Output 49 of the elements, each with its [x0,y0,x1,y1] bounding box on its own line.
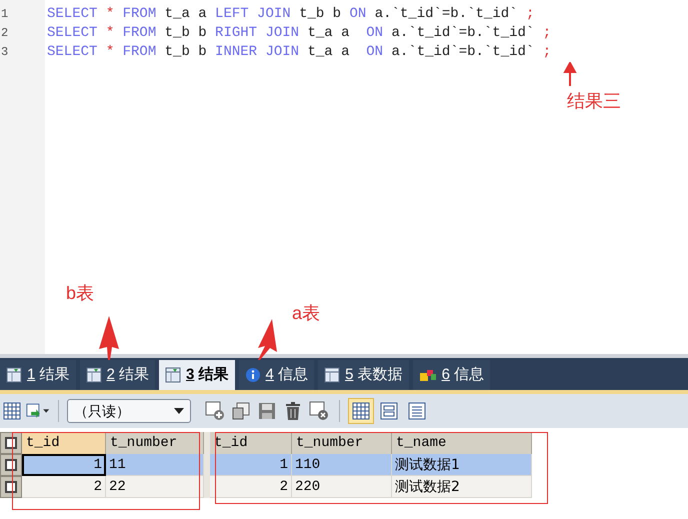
table-icon [324,367,340,383]
table-cell: 2 [22,476,106,498]
table-icon [165,367,182,383]
column-spacer [204,432,210,498]
info-icon [244,367,261,383]
table-cell: 2 [210,476,292,498]
row-header[interactable] [0,476,22,498]
annotation-label: b表 [66,282,94,305]
result-tab[interactable]: 6 信息 [412,360,490,390]
result-tab[interactable]: 3 结果 [159,360,235,390]
grid-view-button[interactable] [348,398,374,424]
square-icon [5,459,17,471]
blocks-icon [418,368,437,382]
square-icon [5,481,17,493]
code-line: SELECT * FROM t_b b INNER JOIN t_a a ON a.`t_id`=b.`t_id` ; [47,43,552,62]
add-row-icon[interactable] [203,399,227,423]
row-header[interactable] [0,432,22,454]
column-header[interactable]: t_name [392,432,532,454]
row-header[interactable] [0,454,22,476]
table-cell: 1 [22,454,106,476]
table-icon [86,367,102,383]
code-line: SELECT * FROM t_a a LEFT JOIN t_b b ON a.`t_id`=b.`t_id` ; [47,5,534,24]
line-number: 2 [1,25,8,42]
annotation-label: a表 [292,302,320,325]
caret-icon [174,408,184,414]
line-number: 3 [1,44,8,61]
result-tab[interactable]: 5 表数据 [318,360,409,390]
table-cell: 11 [106,454,204,476]
arrow [562,62,578,86]
code-line: SELECT * FROM t_b b RIGHT JOIN t_a a ON a.`t_id`=b.`t_id` ; [47,24,552,43]
table-cell: 测试数据2 [392,476,532,498]
column-header[interactable]: t_number [106,432,204,454]
delete-row-icon[interactable] [307,399,331,423]
result-tab[interactable]: 4 信息 [238,360,314,390]
table-cell: 220 [292,476,392,498]
table-icon [6,367,22,383]
table-cell: 测试数据1 [392,454,532,476]
column-header[interactable]: t_id [22,432,106,454]
mode-dropdown[interactable]: （只读） [67,399,191,423]
line-number: 1 [1,6,8,23]
table-cell: 1 [210,454,292,476]
column-header[interactable]: t_id [210,432,292,454]
square-icon [5,437,17,449]
table-cell: 22 [106,476,204,498]
annotation-label: 结果三 [567,90,621,113]
column-header[interactable]: t_number [292,432,392,454]
result-tab[interactable]: 1 结果 [0,360,76,390]
result-tab[interactable]: 2 结果 [80,360,156,390]
table-cell: 110 [292,454,392,476]
